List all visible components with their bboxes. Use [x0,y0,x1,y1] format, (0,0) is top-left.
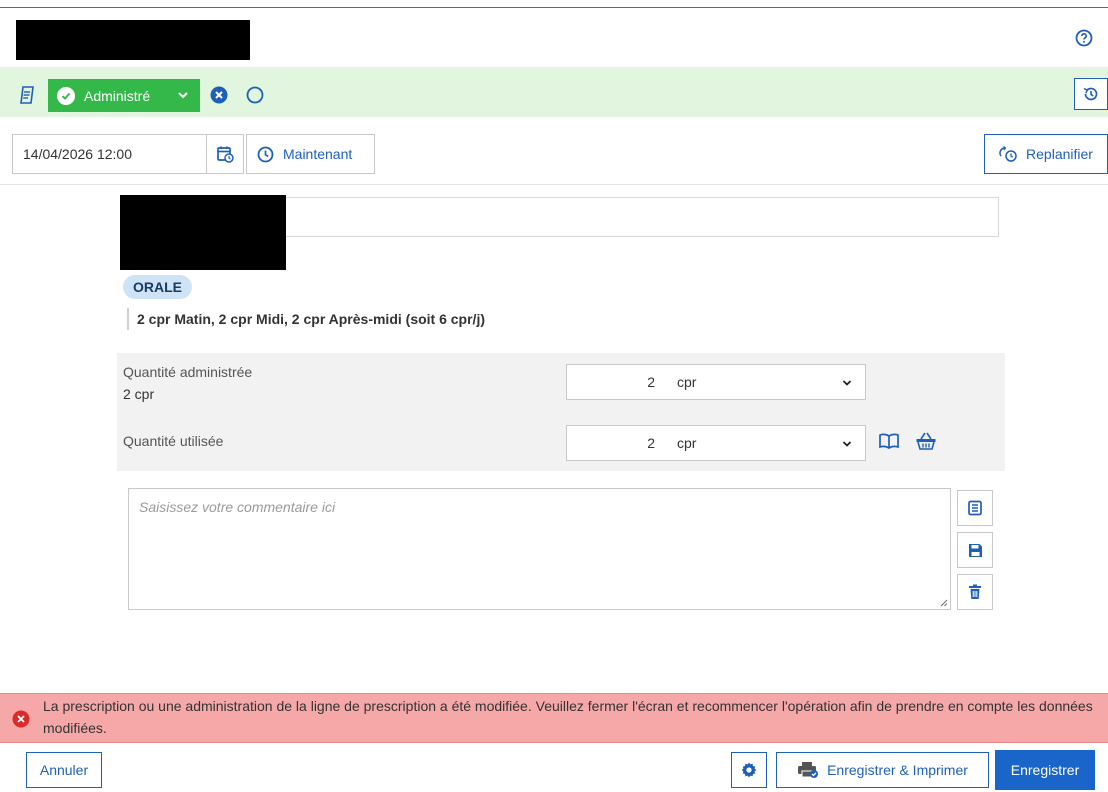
comment-templates-button[interactable] [957,490,993,526]
comment-textarea[interactable]: Saisissez votre commentaire ici [128,488,951,610]
medication-name-field [286,197,999,237]
error-message: La prescription ou une administration de… [43,698,1093,736]
used-unit-select[interactable]: cpr [665,425,866,461]
administered-unit-select[interactable]: cpr [665,364,866,400]
question-circle-icon[interactable] [1074,28,1094,48]
used-unit-value: cpr [677,435,697,451]
datetime-input[interactable]: 14/04/2026 12:00 [12,134,207,174]
replan-label: Replanifier [1026,146,1093,162]
settings-button[interactable] [731,752,767,788]
administered-unit-value: cpr [677,374,697,390]
gear-icon [741,762,757,778]
resize-handle-icon[interactable] [940,599,948,607]
comment-placeholder: Saisissez votre commentaire ici [139,499,336,515]
redacted-medication-name [120,195,286,270]
top-divider [0,7,1108,8]
status-dropdown[interactable]: Administré [48,79,200,112]
document-pen-icon[interactable] [17,84,39,106]
status-label: Administré [84,87,151,104]
used-quantity-value: 2 [647,435,655,451]
route-badge: ORALE [123,275,192,299]
check-circle-icon [57,86,75,105]
administered-quantity-label: Quantité administrée [123,364,253,380]
list-document-icon [968,500,982,516]
book-icon[interactable] [878,432,900,450]
route-label: ORALE [133,279,182,295]
comment-save-button[interactable] [957,532,993,568]
floppy-disk-icon [968,543,982,557]
history-button[interactable] [1074,78,1108,110]
cancel-label: Annuler [39,762,89,778]
used-quantity-input[interactable]: 2 [566,425,666,461]
cancel-button[interactable]: Annuler [26,752,102,788]
used-quantity-label: Quantité utilisée [123,433,224,449]
now-label: Maintenant [283,146,353,162]
error-x-circle-icon [12,710,30,728]
save-button[interactable]: Enregistrer [995,750,1095,790]
chevron-down-icon [842,441,852,447]
basket-icon[interactable] [915,431,937,451]
now-button[interactable]: Maintenant [246,134,375,174]
redacted-patient-name [16,20,250,60]
datetime-value: 14/04/2026 12:00 [23,146,132,162]
administered-quantity-value: 2 [647,374,655,390]
posology-text: 2 cpr Matin, 2 cpr Midi, 2 cpr Après-mid… [127,308,485,330]
administered-quantity-summary: 2 cpr [123,386,155,402]
comment-delete-button[interactable] [957,574,993,610]
clock-icon [257,146,274,162]
calendar-clock-icon [216,146,234,163]
trash-icon [969,584,981,599]
save-and-print-button[interactable]: Enregistrer & Imprimer [776,752,989,788]
save-label: Enregistrer [1010,762,1080,778]
chevron-down-icon [178,92,188,99]
not-administered-icon[interactable] [210,86,228,104]
history-icon [1083,87,1098,101]
replan-clock-icon [999,145,1017,162]
save-and-print-label: Enregistrer & Imprimer [827,762,968,778]
section-divider [0,184,1108,185]
administered-quantity-input[interactable]: 2 [566,364,666,400]
calendar-button[interactable] [206,134,244,174]
printer-check-icon [798,762,819,778]
chevron-down-icon [842,380,852,386]
pending-circle-icon[interactable] [246,86,264,104]
replan-button[interactable]: Replanifier [984,134,1108,174]
